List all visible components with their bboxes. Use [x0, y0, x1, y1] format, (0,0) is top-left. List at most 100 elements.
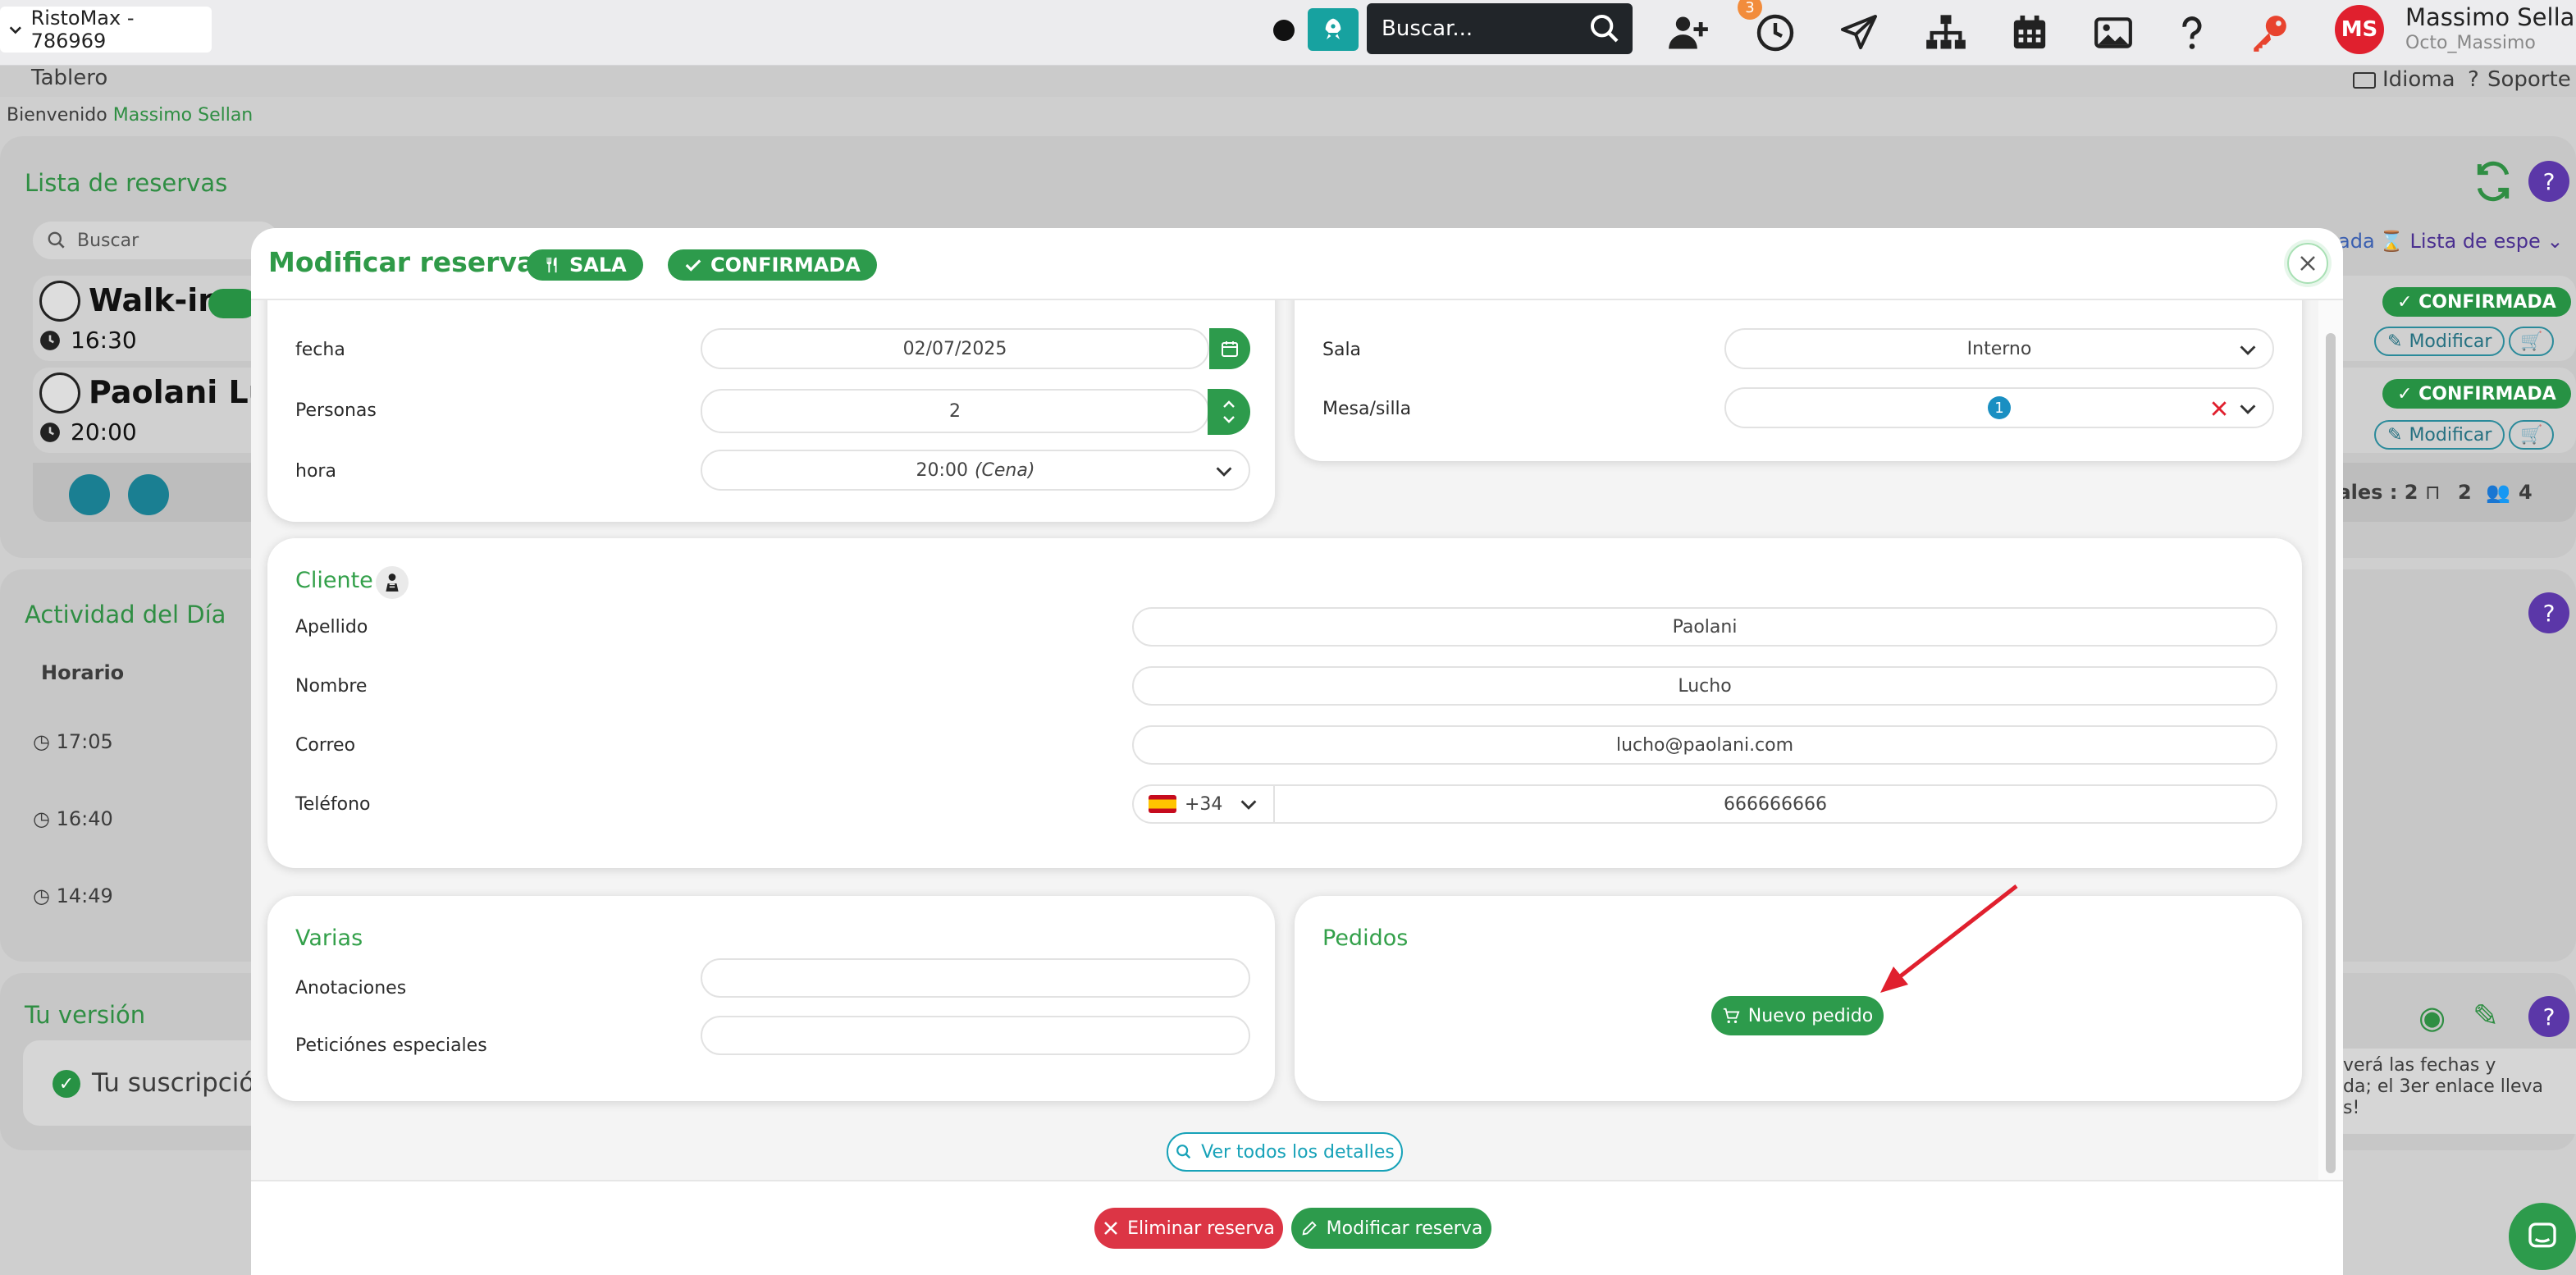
- history-button[interactable]: [1752, 10, 1798, 56]
- support-link[interactable]: Soporte: [2487, 67, 2571, 92]
- new-order-button[interactable]: Nuevo pedido: [1711, 996, 1884, 1035]
- delete-reservation-button[interactable]: Eliminar reserva: [1094, 1208, 1283, 1249]
- table-select[interactable]: 1: [1724, 387, 2274, 428]
- room-label: Sala: [1322, 340, 1362, 360]
- reservation-time: 20:00: [71, 418, 137, 446]
- notes-input[interactable]: [701, 958, 1250, 998]
- table-label: Mesa/silla: [1322, 399, 1412, 419]
- save-reservation-button[interactable]: Modificar reserva: [1291, 1208, 1491, 1249]
- reservations-search-input[interactable]: Buscar: [77, 231, 139, 251]
- rocket-icon: [1325, 18, 1341, 39]
- chevron-up-icon[interactable]: [1222, 400, 1235, 409]
- date-picker-button[interactable]: [1209, 328, 1250, 369]
- send-button[interactable]: [1836, 10, 1882, 56]
- orders-card: Pedidos Nuevo pedido: [1295, 896, 2302, 1101]
- reservation-time: 16:30: [71, 327, 137, 354]
- close-icon: [1104, 1222, 1118, 1235]
- refresh-button[interactable]: [2473, 161, 2514, 202]
- status-badge: ✓ CONFIRMADA: [2382, 287, 2571, 317]
- waitlist-filter[interactable]: ⌛ Lista de espe ⌄: [2379, 230, 2563, 253]
- avatar[interactable]: MS: [2335, 5, 2384, 54]
- global-search-input[interactable]: Buscar...: [1382, 16, 1588, 41]
- eye-icon[interactable]: ◉: [2418, 999, 2446, 1035]
- phone-prefix: +34: [1185, 793, 1223, 815]
- name-value: Lucho: [1678, 675, 1732, 697]
- help-icon[interactable]: ?: [2528, 592, 2569, 633]
- version-note-line: verá las fechas y: [2343, 1055, 2496, 1076]
- reservations-search[interactable]: Buscar: [33, 222, 279, 259]
- client-card: Cliente Apellido Paolani Nombre Lucho Co…: [267, 538, 2302, 868]
- phone-input[interactable]: 666666666: [1273, 784, 2277, 824]
- launch-button[interactable]: [1308, 8, 1359, 51]
- modify-link[interactable]: ✎ Modificar: [2374, 327, 2505, 356]
- welcome-name[interactable]: Massimo Sellan: [113, 105, 253, 126]
- tab-tablero[interactable]: Tablero: [31, 66, 107, 90]
- status-badge: CONFIRMADA: [668, 249, 877, 281]
- cart-button[interactable]: 🛒: [2509, 420, 2555, 450]
- booking-card: fecha 02/07/2025 Personas 2 hora 20:00 (…: [267, 300, 1275, 522]
- language-link[interactable]: Idioma: [2382, 67, 2455, 92]
- notes-label: Anotaciones: [295, 978, 407, 999]
- account-selector[interactable]: RistoMax - 786969: [0, 7, 212, 53]
- chevron-down-icon: ⌄: [2546, 230, 2564, 253]
- sub-bar: Tablero Idioma Soporte ?: [0, 66, 2576, 97]
- time-select[interactable]: 20:00 (Cena): [701, 450, 1250, 491]
- structure-button[interactable]: [1923, 10, 1969, 56]
- cart-button[interactable]: 🛒: [2509, 327, 2555, 356]
- filter-partial[interactable]: ada: [2338, 230, 2375, 253]
- edit-icon[interactable]: ✎: [2473, 998, 2499, 1034]
- room-select[interactable]: Interno: [1724, 328, 2274, 369]
- clock-icon: [40, 423, 60, 442]
- check-icon: [685, 259, 701, 272]
- reservations-title: Lista de reservas: [25, 169, 228, 197]
- calendar-button[interactable]: [2007, 10, 2053, 56]
- clock-icon: [40, 331, 60, 350]
- activity-column-header: Horario: [41, 661, 125, 684]
- chevron-down-icon: [2240, 404, 2256, 414]
- chat-button[interactable]: [2509, 1203, 2576, 1270]
- chevron-down-icon[interactable]: [1222, 414, 1235, 424]
- check-icon: ✓: [2397, 383, 2419, 404]
- print-button[interactable]: [128, 474, 169, 515]
- surname-value: Paolani: [1672, 616, 1738, 638]
- phone-label: Teléfono: [295, 794, 371, 815]
- chevron-down-icon: [9, 26, 21, 34]
- date-input[interactable]: 02/07/2025: [701, 328, 1209, 369]
- search-icon[interactable]: [1588, 12, 1621, 45]
- phone-country-select[interactable]: +34: [1132, 784, 1273, 824]
- requests-input[interactable]: [701, 1016, 1250, 1055]
- name-input[interactable]: Lucho: [1132, 666, 2277, 706]
- see-details-button[interactable]: Ver todos los detalles: [1167, 1132, 1403, 1172]
- email-input[interactable]: lucho@paolani.com: [1132, 725, 2277, 765]
- help-icon[interactable]: ?: [2528, 996, 2569, 1037]
- user-plus-icon: [1669, 16, 1708, 49]
- export-button[interactable]: [69, 474, 110, 515]
- modify-link[interactable]: ✎ Modificar: [2374, 420, 2505, 450]
- room-badge-label: SALA: [569, 254, 627, 276]
- clear-icon[interactable]: [2210, 400, 2228, 418]
- image-icon: [2094, 17, 2132, 48]
- modal-scrollbar-thumb[interactable]: [2326, 333, 2336, 1173]
- surname-input[interactable]: Paolani: [1132, 607, 2277, 647]
- people-stepper[interactable]: [1208, 389, 1250, 435]
- cart-icon: [1723, 1008, 1740, 1023]
- people-input[interactable]: 2: [701, 389, 1209, 433]
- version-note-line: da; el 3er enlace lleva: [2343, 1076, 2544, 1097]
- email-value: lucho@paolani.com: [1615, 734, 1794, 756]
- help-button[interactable]: [2169, 10, 2215, 56]
- add-user-button[interactable]: [1665, 10, 1711, 56]
- version-title: Tu versión: [25, 1001, 146, 1029]
- help-icon[interactable]: ?: [2528, 161, 2569, 202]
- close-button[interactable]: [2287, 243, 2328, 284]
- gallery-button[interactable]: [2090, 10, 2136, 56]
- top-bar: RistoMax - 786969 Buscar... 3 MS Massimo…: [0, 0, 2576, 66]
- chevron-down-icon: [1216, 467, 1232, 477]
- activity-time: ◷ 17:05: [33, 730, 113, 753]
- misc-card: Varias Anotaciones Peticiónes especiales: [267, 896, 1275, 1101]
- calendar-icon: [2013, 15, 2046, 49]
- permissions-button[interactable]: [2246, 10, 2292, 56]
- global-search[interactable]: Buscar...: [1367, 3, 1633, 54]
- clock-icon: [1756, 14, 1794, 52]
- save-reservation-label: Modificar reserva: [1326, 1218, 1483, 1239]
- totals-tables: 2: [2458, 481, 2472, 504]
